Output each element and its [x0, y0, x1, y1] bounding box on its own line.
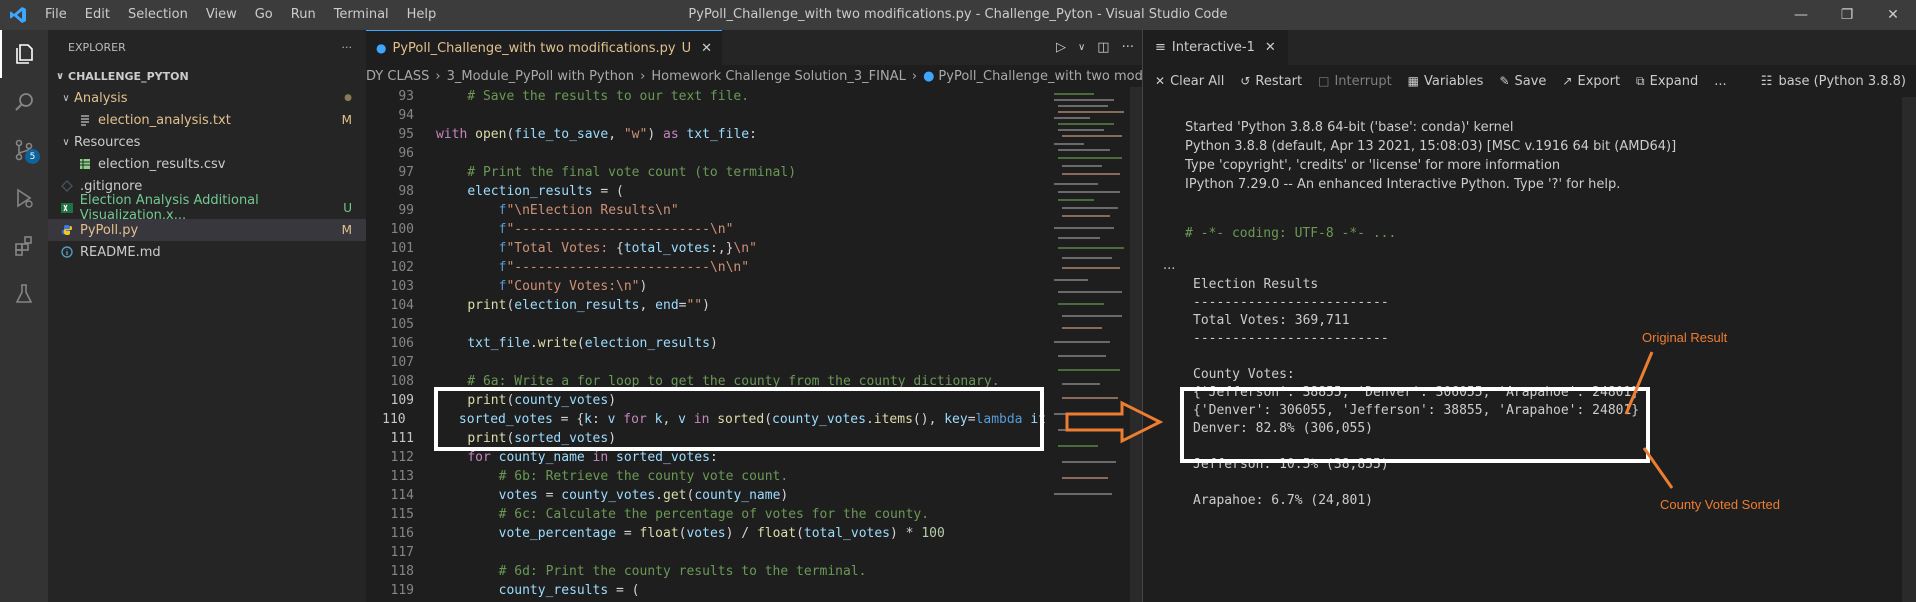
annotation-original-result: Original Result — [1642, 330, 1728, 345]
annotation-county-sorted: County Voted Sorted — [1660, 497, 1780, 512]
pointer-arrow-original — [1624, 351, 1654, 415]
right-arrow-icon — [1065, 400, 1164, 444]
annotation-arrows — [1065, 351, 1674, 489]
pointer-arrow-sorted — [1642, 447, 1674, 489]
